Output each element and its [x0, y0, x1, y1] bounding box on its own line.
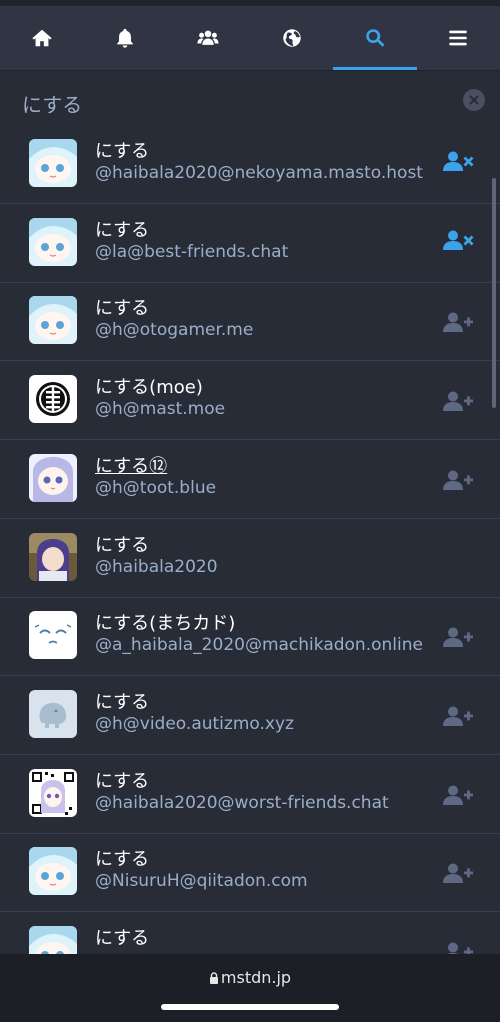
url-display[interactable]: mstdn.jp: [0, 968, 500, 987]
user-plus-icon: [443, 312, 473, 332]
avatar[interactable]: [29, 218, 77, 266]
account-display-name[interactable]: にする: [95, 531, 149, 557]
account-handle: @haibala2020@nekoyama.masto.host: [95, 163, 423, 183]
user-plus-icon: [443, 706, 473, 726]
follow-button[interactable]: [442, 389, 474, 413]
tab-federated-timeline[interactable]: [250, 6, 333, 70]
follow-button[interactable]: [442, 625, 474, 649]
account-display-name[interactable]: にする: [95, 216, 149, 242]
user-times-icon: [443, 230, 474, 250]
follow-button[interactable]: [442, 704, 474, 728]
tab-home[interactable]: [0, 6, 83, 70]
user-plus-icon: [447, 942, 473, 954]
account-row[interactable]: にする⑫ @h@toot.blue: [0, 441, 500, 519]
account-handle: @h@toot.blue: [95, 478, 217, 498]
avatar[interactable]: [29, 611, 77, 659]
account-display-name[interactable]: にする: [95, 845, 149, 871]
account-display-name[interactable]: にする: [95, 688, 149, 714]
tab-search[interactable]: [333, 6, 417, 70]
account-display-name[interactable]: にする: [95, 137, 149, 163]
avatar[interactable]: [29, 533, 77, 581]
scrollbar[interactable]: [492, 178, 496, 408]
account-handle: @NisuruH@qiitadon.com: [95, 871, 308, 891]
lock-icon: [209, 972, 218, 984]
user-times-icon: [443, 151, 474, 171]
avatar[interactable]: [29, 847, 77, 895]
account-display-name[interactable]: にする(moe): [95, 373, 203, 399]
menu-icon: [449, 30, 468, 46]
top-navigation: [0, 6, 500, 70]
account-handle: @haibala2020: [95, 557, 218, 577]
account-handle: @a_haibala_2020@machikadon.online: [95, 635, 423, 655]
home-icon: [32, 29, 52, 47]
avatar[interactable]: [29, 926, 77, 954]
url-text: mstdn.jp: [220, 968, 292, 987]
avatar[interactable]: [29, 690, 77, 738]
account-handle: @h@otogamer.me: [95, 320, 254, 340]
tab-local-timeline[interactable]: [167, 6, 250, 70]
account-row[interactable]: にする @NisuruH@qiitadon.com: [0, 834, 500, 912]
account-row[interactable]: にする @h@otogamer.me: [0, 283, 500, 361]
user-plus-icon: [443, 391, 473, 411]
account-handle: @h@video.autizmo.xyz: [95, 714, 294, 734]
search-icon: [366, 29, 385, 47]
follow-button[interactable]: [442, 783, 474, 807]
home-indicator[interactable]: [161, 1004, 339, 1010]
close-icon: [469, 95, 479, 105]
user-plus-icon: [443, 627, 473, 647]
search-input[interactable]: [22, 86, 442, 120]
account-row[interactable]: にする @h@video.autizmo.xyz: [0, 677, 500, 755]
account-handle: @la@best-friends.chat: [95, 242, 289, 262]
account-row[interactable]: にする @haibala2020: [0, 520, 500, 598]
follow-button[interactable]: [442, 468, 474, 492]
account-display-name[interactable]: にする(まちカド): [95, 609, 235, 635]
account-display-name[interactable]: にする: [95, 294, 149, 320]
avatar[interactable]: [29, 375, 77, 423]
account-row[interactable]: にする @la@best-friends.chat: [0, 205, 500, 283]
tab-menu[interactable]: [417, 6, 500, 70]
account-row[interactable]: にする(まちカド) @a_haibala_2020@machikadon.onli…: [0, 598, 500, 676]
tab-notifications[interactable]: [83, 6, 166, 70]
account-handle: @haibala2020@worst-friends.chat: [95, 793, 389, 813]
account-display-name[interactable]: にする: [95, 767, 149, 793]
search-results-list: にする @haibala2020@nekoyama.masto.host にする @l…: [0, 126, 500, 954]
account-row[interactable]: にする: [0, 913, 500, 954]
search-bar: [0, 72, 500, 134]
account-handle: @h@mast.moe: [95, 399, 226, 419]
avatar[interactable]: [29, 139, 77, 187]
account-row[interactable]: にする(moe) @h@mast.moe: [0, 362, 500, 440]
user-plus-icon: [443, 470, 473, 490]
account-row[interactable]: にする @haibala2020@nekoyama.masto.host: [0, 126, 500, 204]
unfollow-button[interactable]: [442, 228, 474, 252]
bell-icon: [117, 28, 133, 48]
unfollow-button[interactable]: [442, 149, 474, 173]
follow-button[interactable]: [442, 861, 474, 885]
account-display-name[interactable]: にする⑫: [95, 452, 167, 478]
avatar[interactable]: [29, 296, 77, 344]
avatar[interactable]: [29, 454, 77, 502]
user-plus-icon: [443, 863, 473, 883]
clear-search-button[interactable]: [463, 89, 485, 111]
users-icon: [197, 30, 219, 45]
follow-button[interactable]: [442, 940, 474, 954]
browser-url-bar: mstdn.jp: [0, 954, 500, 1022]
follow-button[interactable]: [442, 310, 474, 334]
account-row[interactable]: にする @haibala2020@worst-friends.chat: [0, 756, 500, 834]
avatar[interactable]: [29, 769, 77, 817]
globe-icon: [282, 29, 301, 47]
user-plus-icon: [443, 785, 473, 805]
account-display-name[interactable]: にする: [95, 924, 149, 950]
